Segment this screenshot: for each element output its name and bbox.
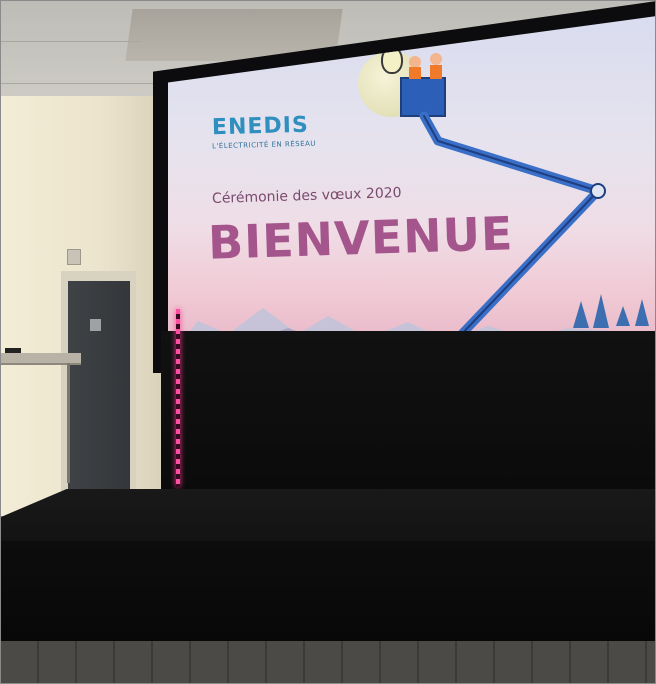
enedis-logo: ENEDIS — [211, 112, 310, 141]
lift-joint — [590, 183, 606, 199]
ceiling-seam — [1, 41, 141, 42]
tree-icon — [616, 306, 630, 326]
welcome-headline: BIENVENUE — [207, 206, 515, 270]
led-light-strip — [176, 309, 180, 487]
floor-tiles — [1, 641, 655, 683]
tree-icon — [635, 299, 649, 326]
wall-switch — [67, 249, 81, 265]
tree-icon — [573, 301, 589, 328]
ceiling-seam — [1, 83, 161, 84]
stage-backdrop — [161, 331, 655, 511]
tree-icon — [593, 294, 609, 328]
stage-platform-front — [1, 541, 655, 643]
lift-basket — [400, 77, 446, 117]
worker-vest — [430, 65, 442, 79]
worker-head — [409, 56, 421, 68]
microphone — [5, 348, 21, 353]
photo-frame: ENEDIS L'ÉLECTRICITÉ EN RÉSEAU Cérémonie… — [0, 0, 656, 684]
door-sign-icon — [90, 319, 101, 331]
lectern-leg — [67, 363, 70, 483]
worker-head — [430, 53, 442, 65]
door — [68, 281, 130, 501]
worker-vest — [409, 67, 421, 79]
